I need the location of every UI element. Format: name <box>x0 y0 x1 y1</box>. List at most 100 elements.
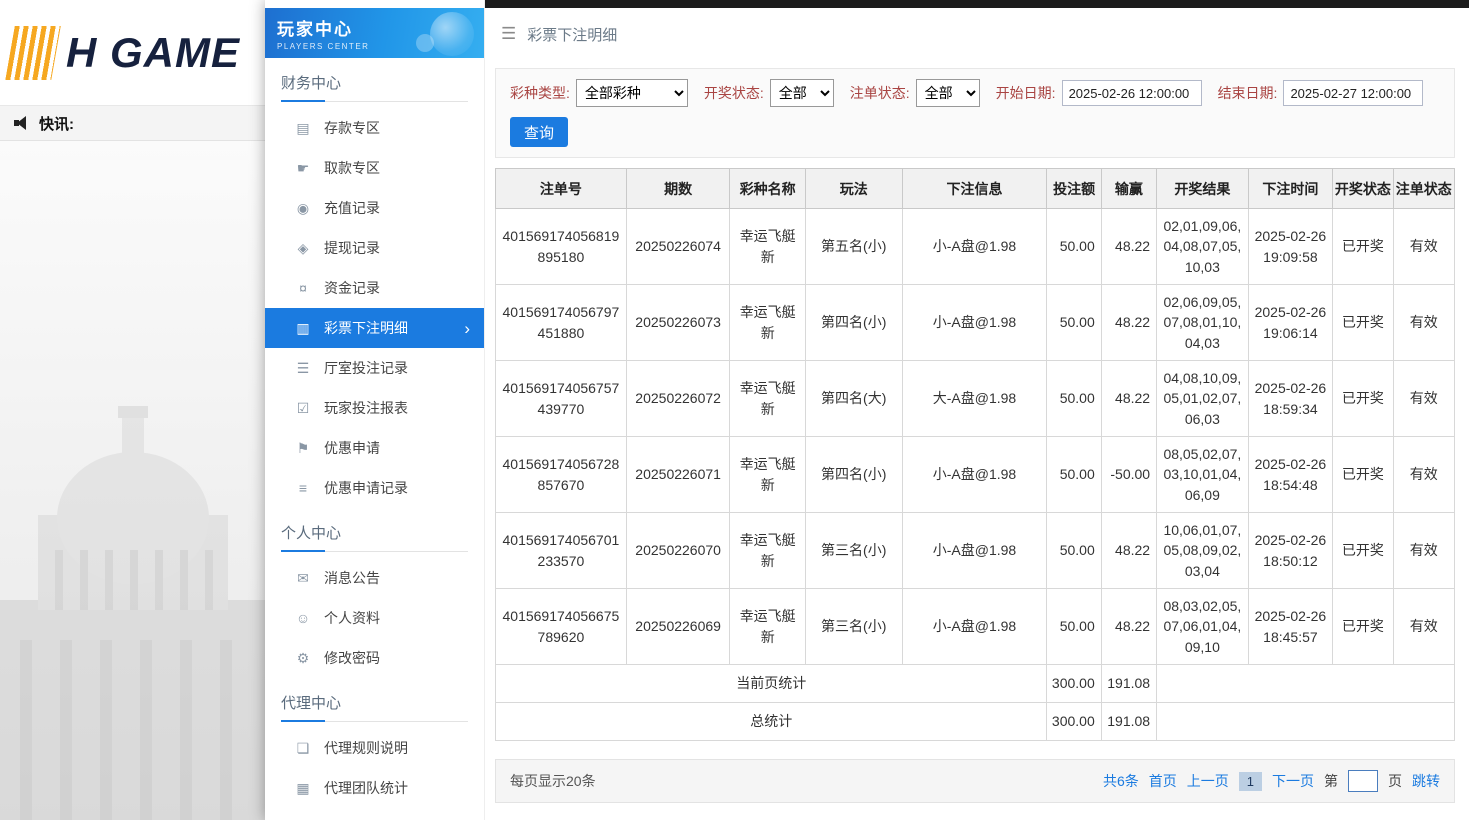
pagination-bar: 每页显示20条 共6条 首页 上一页 1 下一页 第 页 跳转 <box>495 759 1455 803</box>
sidebar-item-funds-record[interactable]: ¤资金记录 <box>265 268 484 308</box>
table-cell: 20250226072 <box>626 361 730 437</box>
column-header: 输赢 <box>1101 169 1156 209</box>
agent-rules-icon: ❏ <box>295 740 311 757</box>
table-row: 40156917405672885767020250226071幸运飞艇新第四名… <box>496 437 1455 513</box>
sidebar-item-deposit[interactable]: ▤存款专区 <box>265 108 484 148</box>
sidebar-item-recharge-record[interactable]: ◉充值记录 <box>265 188 484 228</box>
table-cell: 20250226069 <box>626 589 730 665</box>
lottery-type-select[interactable]: 全部彩种 <box>576 79 688 107</box>
sidebar-item-withdraw-record[interactable]: ◈提现记录 <box>265 228 484 268</box>
sidebar-item-hall-bet-record[interactable]: ☰厅室投注记录 <box>265 348 484 388</box>
sidebar-item-agent-rules[interactable]: ❏代理规则说明 <box>265 728 484 768</box>
query-button[interactable]: 查询 <box>510 117 568 147</box>
jump-link[interactable]: 跳转 <box>1412 771 1440 791</box>
withdraw-icon: ☛ <box>295 160 311 177</box>
per-page-label: 每页显示20条 <box>510 771 596 791</box>
table-row: 40156917405675743977020250226072幸运飞艇新第四名… <box>496 361 1455 437</box>
table-cell: 20250226073 <box>626 285 730 361</box>
first-page-link[interactable]: 首页 <box>1149 771 1177 791</box>
page-total-label: 当前页统计 <box>496 665 1047 703</box>
order-status-select[interactable]: 全部 <box>916 79 980 107</box>
table-cell: 2025-02-26 19:06:14 <box>1248 285 1333 361</box>
sidebar-nav: 财务中心▤存款专区☛取款专区◉充值记录◈提现记录¤资金记录▥彩票下注明细›☰厅室… <box>265 72 484 808</box>
players-center-panel: 玩家中心 PLAYERS CENTER 财务中心▤存款专区☛取款专区◉充值记录◈… <box>265 0 1469 820</box>
table-cell: 幸运飞艇新 <box>730 361 805 437</box>
start-date-input[interactable] <box>1062 80 1202 106</box>
table-cell: 第四名(小) <box>805 437 902 513</box>
table-row: 40156917405681989518020250226074幸运飞艇新第五名… <box>496 209 1455 285</box>
promo-apply-icon: ⚑ <box>295 440 311 457</box>
table-cell: 401569174056757439770 <box>496 361 627 437</box>
table-cell: 幸运飞艇新 <box>730 513 805 589</box>
table-cell: 08,05,02,07,03,10,01,04,06,09 <box>1157 437 1249 513</box>
sidebar-item-label: 彩票下注明细 <box>324 318 408 338</box>
table-cell: 2025-02-26 18:54:48 <box>1248 437 1333 513</box>
next-page-link[interactable]: 下一页 <box>1272 771 1314 791</box>
draw-status-select[interactable]: 全部 <box>770 79 834 107</box>
table-cell: 08,03,02,05,07,06,01,04,09,10 <box>1157 589 1249 665</box>
page-total-empty <box>1157 665 1455 703</box>
agent-team-icon: ▦ <box>295 780 311 797</box>
column-header: 彩种名称 <box>730 169 805 209</box>
table-cell: 20250226071 <box>626 437 730 513</box>
sidebar-item-agent-team-stats[interactable]: ▦代理团队统计 <box>265 768 484 808</box>
lottery-detail-icon: ▥ <box>295 320 311 337</box>
table-cell: 02,01,09,06,04,08,07,05,10,03 <box>1157 209 1249 285</box>
logo-text: H GAME <box>66 29 240 77</box>
table-cell: 401569174056675789620 <box>496 589 627 665</box>
content-topbar: ☰ 彩票下注明细 <box>485 8 1469 60</box>
current-page[interactable]: 1 <box>1239 772 1262 791</box>
sidebar-item-promo-apply-record[interactable]: ≡优惠申请记录 <box>265 468 484 508</box>
table-cell: 48.22 <box>1101 589 1156 665</box>
table-cell: 幸运飞艇新 <box>730 437 805 513</box>
nav-section-title: 个人中心 <box>281 522 468 552</box>
table-header-row: 注单号期数彩种名称玩法下注信息投注额输赢开奖结果下注时间开奖状态注单状态 <box>496 169 1455 209</box>
table-cell: 已开奖 <box>1333 513 1393 589</box>
filter-row: 彩种类型: 全部彩种 开奖状态: 全部 注单状态: 全部 开始日期: 结束日期: <box>510 79 1440 107</box>
table-cell: 小-A盘@1.98 <box>902 513 1047 589</box>
table-cell: 有效 <box>1393 513 1454 589</box>
table-cell: 幸运飞艇新 <box>730 589 805 665</box>
table-cell: 10,06,01,07,05,08,09,02,03,04 <box>1157 513 1249 589</box>
table-cell: 50.00 <box>1047 589 1101 665</box>
sidebar-item-withdraw[interactable]: ☛取款专区 <box>265 148 484 188</box>
table-cell: 50.00 <box>1047 513 1101 589</box>
grand-total-bet: 300.00 <box>1047 703 1101 741</box>
page-total-bet: 300.00 <box>1047 665 1101 703</box>
page-suffix-label: 页 <box>1388 771 1402 791</box>
message-icon: ✉ <box>295 570 311 587</box>
table-cell: 已开奖 <box>1333 361 1393 437</box>
column-header: 玩法 <box>805 169 902 209</box>
table-row: 40156917405679745188020250226073幸运飞艇新第四名… <box>496 285 1455 361</box>
sidebar-item-messages[interactable]: ✉消息公告 <box>265 558 484 598</box>
table-cell: 已开奖 <box>1333 437 1393 513</box>
table-cell: 48.22 <box>1101 285 1156 361</box>
grand-total-label: 总统计 <box>496 703 1047 741</box>
site-logo: H GAME <box>10 26 240 80</box>
chevron-right-icon: › <box>464 320 470 337</box>
sidebar-item-promo-apply[interactable]: ⚑优惠申请 <box>265 428 484 468</box>
table-row: 40156917405670123357020250226070幸运飞艇新第三名… <box>496 513 1455 589</box>
column-header: 下注信息 <box>902 169 1047 209</box>
sidebar-item-lottery-bet-detail[interactable]: ▥ 彩票下注明细 › <box>265 308 484 348</box>
prev-page-link[interactable]: 上一页 <box>1187 771 1229 791</box>
sidebar-item-player-bet-report[interactable]: ☑玩家投注报表 <box>265 388 484 428</box>
nav-section-title: 代理中心 <box>281 692 468 722</box>
column-header: 开奖结果 <box>1157 169 1249 209</box>
table-cell: 04,08,10,09,05,01,02,07,06,03 <box>1157 361 1249 437</box>
page-jump-input[interactable] <box>1348 770 1378 792</box>
profile-icon: ☺ <box>295 610 311 626</box>
table-cell: 幸运飞艇新 <box>730 285 805 361</box>
menu-icon[interactable]: ☰ <box>501 24 516 44</box>
withdraw-record-icon: ◈ <box>295 240 311 257</box>
table-cell: 小-A盘@1.98 <box>902 285 1047 361</box>
table-row: 40156917405667578962020250226069幸运飞艇新第三名… <box>496 589 1455 665</box>
table-cell: 小-A盘@1.98 <box>902 589 1047 665</box>
sidebar-item-profile[interactable]: ☺ 个人资料 <box>265 598 484 638</box>
end-date-input[interactable] <box>1283 80 1423 106</box>
order-status-label: 注单状态: <box>850 83 910 103</box>
sidebar-item-change-password[interactable]: ⚙修改密码 <box>265 638 484 678</box>
table-cell: 48.22 <box>1101 513 1156 589</box>
sidebar-item-label: 个人资料 <box>324 608 380 628</box>
table-cell: 48.22 <box>1101 361 1156 437</box>
